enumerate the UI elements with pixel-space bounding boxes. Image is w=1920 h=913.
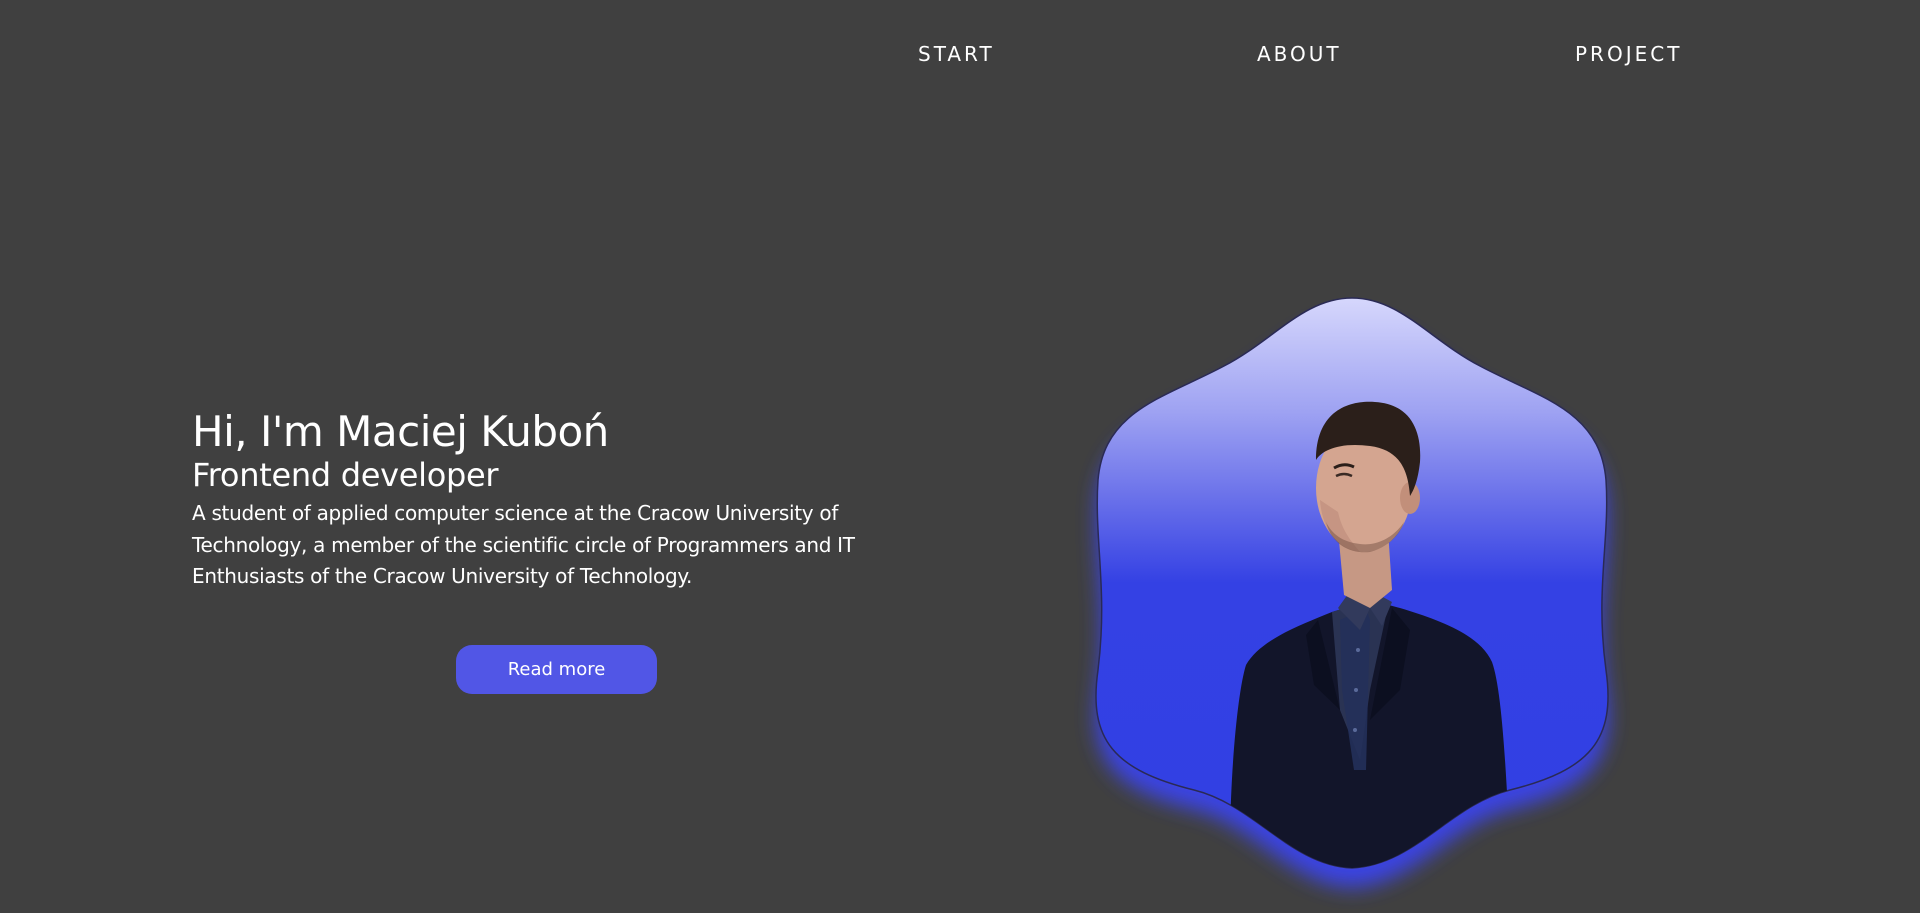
top-navigation: START ABOUT PROJECT bbox=[0, 38, 1920, 68]
portrait-illustration bbox=[1095, 297, 1609, 888]
read-more-button[interactable]: Read more bbox=[456, 645, 657, 694]
nav-link-about[interactable]: ABOUT bbox=[1257, 42, 1342, 66]
hero-description: A student of applied computer science at… bbox=[192, 501, 855, 588]
nav-link-start[interactable]: START bbox=[918, 42, 995, 66]
hero-intro: Hi, I'm Maciej Kuboń Frontend developer … bbox=[192, 402, 912, 593]
portrait-blob bbox=[1070, 290, 1630, 910]
nav-link-project[interactable]: PROJECT bbox=[1575, 42, 1682, 66]
page: START ABOUT PROJECT Hi, I'm Maciej Kuboń… bbox=[0, 0, 1920, 913]
hero-title: Hi, I'm Maciej Kuboń bbox=[192, 407, 609, 456]
